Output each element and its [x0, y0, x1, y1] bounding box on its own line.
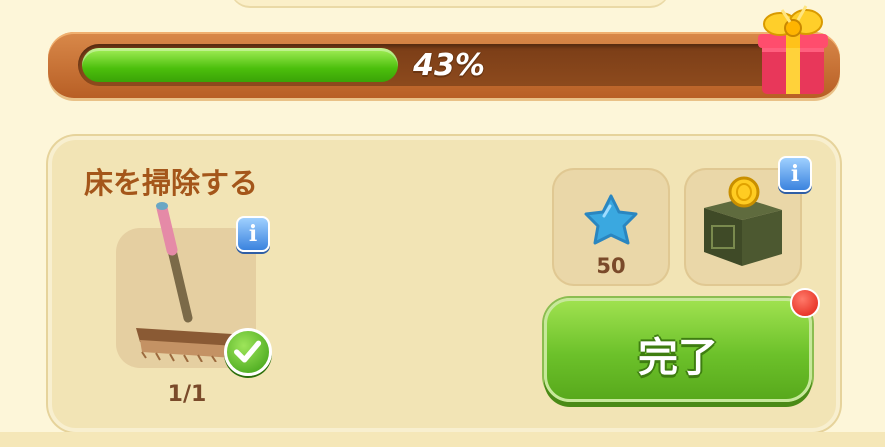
notification-dot — [790, 288, 820, 318]
item-info-icon[interactable]: i — [236, 216, 270, 252]
task-panel: 床を掃除する i 1/1 50 i 完了 — [48, 136, 840, 432]
reward-value: 50 — [596, 254, 626, 278]
complete-button[interactable]: 完了 — [544, 298, 812, 402]
reward-slot-star[interactable]: 50 — [552, 168, 670, 286]
progress-track: 43% — [78, 44, 820, 86]
task-count: 1/1 — [167, 382, 207, 407]
check-icon — [224, 328, 272, 376]
complete-button-label: 完了 — [638, 335, 718, 381]
progress-bar: 43% — [48, 32, 840, 98]
gift-box-icon[interactable] — [752, 0, 832, 100]
bottom-edge — [0, 432, 885, 447]
progress-percent-label: 43% — [413, 48, 485, 83]
top-panel-edge — [230, 0, 670, 6]
reward-info-icon[interactable]: i — [778, 156, 812, 192]
